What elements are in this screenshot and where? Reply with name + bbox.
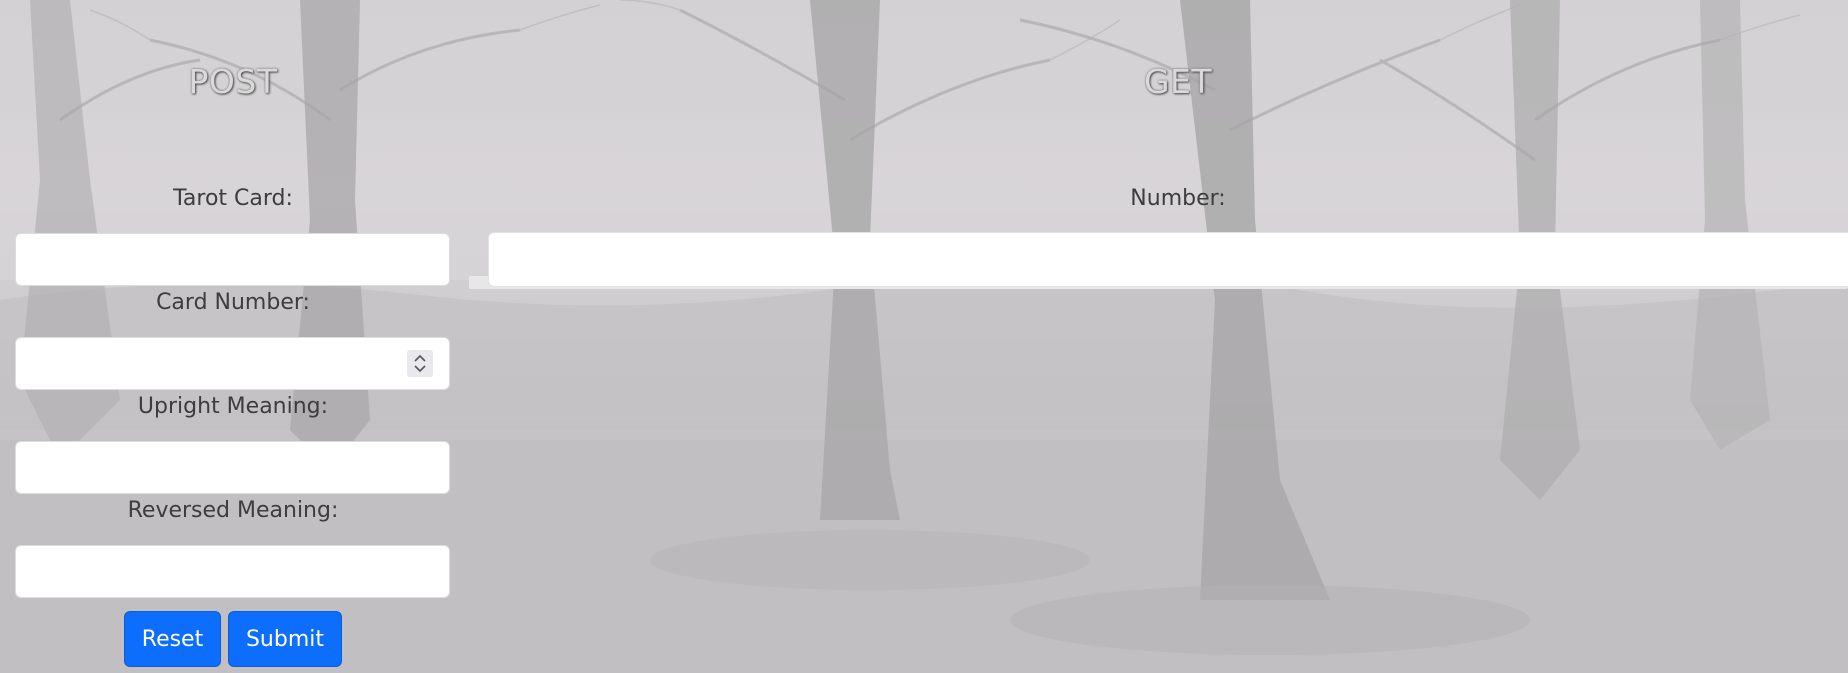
- reset-button[interactable]: Reset: [124, 611, 221, 667]
- post-section-title: POST: [188, 62, 278, 101]
- number-label: Number:: [1130, 186, 1226, 211]
- card-number-field[interactable]: [15, 337, 450, 390]
- submit-button[interactable]: Submit: [228, 611, 342, 667]
- upright-meaning-input[interactable]: [15, 441, 450, 494]
- reversed-meaning-label: Reversed Meaning:: [127, 498, 339, 523]
- number-input[interactable]: [488, 232, 1848, 287]
- tarot-card-input[interactable]: [15, 233, 450, 286]
- tarot-card-label: Tarot Card:: [173, 186, 293, 211]
- card-number-input[interactable]: [30, 338, 414, 389]
- spin-up-down-icon[interactable]: [407, 350, 433, 377]
- reversed-meaning-input[interactable]: [15, 545, 450, 598]
- upright-meaning-label: Upright Meaning:: [137, 394, 329, 419]
- get-section-title: GET: [1143, 62, 1213, 101]
- card-number-label: Card Number:: [156, 290, 310, 315]
